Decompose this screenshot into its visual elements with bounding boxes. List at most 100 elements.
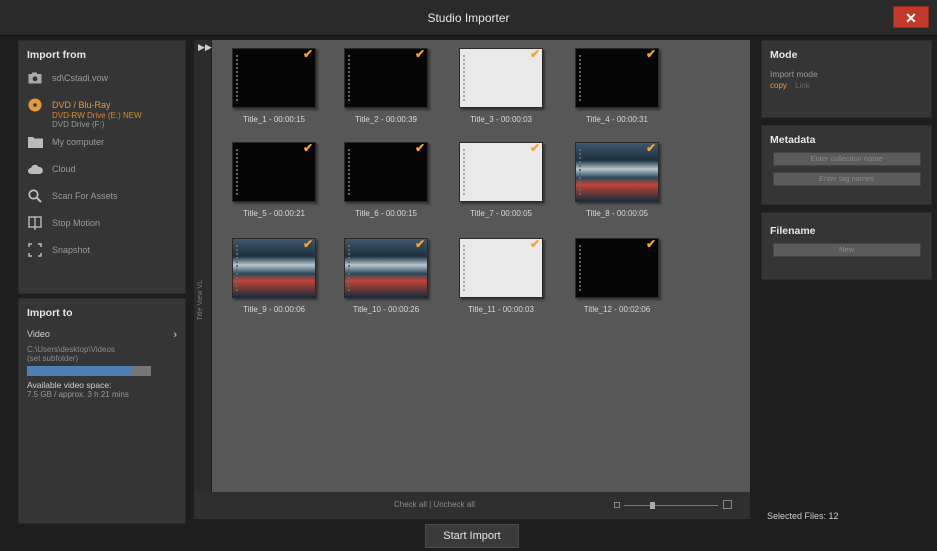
checkmark-icon[interactable]: ✔ [303,141,313,155]
thumbnail-image[interactable]: ✔ [232,141,316,202]
source-label: Stop Motion [52,218,101,228]
zoom-track[interactable] [624,505,718,506]
film-perforation [463,149,466,195]
large-thumb-icon[interactable] [723,500,732,509]
thumbnail-image[interactable]: ✔ [575,141,659,202]
thumbnail-zoom-slider[interactable] [614,500,732,511]
title-thumbnail[interactable]: ✔ Title_2 - 00:00:39 [344,47,428,124]
thumbnail-caption: Title_11 - 00:00:03 [468,305,534,314]
checkmark-icon[interactable]: ✔ [415,141,425,155]
zoom-knob[interactable] [650,502,655,509]
title-thumbnail[interactable]: ✔ Title_9 - 00:00:06 [232,237,316,314]
title-thumbnail[interactable]: ✔ Title_4 - 00:00:31 [575,47,659,124]
thumbnail-image[interactable]: ✔ [459,237,543,298]
source-label: Cloud [52,164,76,174]
title-thumbnail[interactable]: ✔ Title_6 - 00:00:15 [344,141,428,218]
mode-heading: Mode [770,49,798,61]
dvd-drives: DVD-RW Drive (E:) NEW DVD Drive (F:) [52,111,185,129]
strip-vertical-text: Title View VL [197,280,204,321]
tag-names-button[interactable]: Enter tag names [772,172,921,186]
checkmark-icon[interactable]: ✔ [530,237,540,251]
video-destination-row[interactable]: Video › [27,329,177,341]
title-thumbnail[interactable]: ✔ Title_3 - 00:00:03 [459,47,543,124]
title-bar: Studio Importer ✕ [0,0,937,36]
thumbnail-image[interactable]: ✔ [575,47,659,108]
thumbnail-image[interactable]: ✔ [232,47,316,108]
check-all-link[interactable]: Check all | Uncheck all [394,500,475,509]
small-thumb-icon[interactable] [614,502,620,508]
browser-footer: Check all | Uncheck all [194,492,750,519]
stop-motion-icon [27,216,43,230]
checkmark-icon[interactable]: ✔ [646,47,656,61]
left-column: Import from sd\Cstadi.vow DVD / Blu-Ray … [18,40,186,524]
chevron-right-icon[interactable]: › [173,329,177,341]
mode-copy-option[interactable]: copy [770,81,787,90]
mode-panel: Mode Import mode copy Link [761,40,932,118]
checkmark-icon[interactable]: ✔ [530,47,540,61]
collection-name-button[interactable]: Enter collection name [772,152,921,166]
source-label: DVD / Blu-Ray [52,100,111,110]
subfolder-link[interactable]: (set subfolder) [27,354,177,363]
thumbnail-caption: Title_1 - 00:00:15 [243,115,305,124]
source-item-cloud[interactable]: Cloud [27,162,185,189]
start-import-button[interactable]: Start Import [425,524,519,548]
title-thumbnail[interactable]: ✔ Title_1 - 00:00:15 [232,47,316,124]
import-to-heading: Import to [27,307,73,319]
mode-link-option[interactable]: Link [795,81,810,90]
checkmark-icon[interactable]: ✔ [646,237,656,251]
checkmark-icon[interactable]: ✔ [415,237,425,251]
thumbnail-image[interactable]: ✔ [575,237,659,298]
thumbnail-caption: Title_2 - 00:00:39 [355,115,417,124]
thumbnail-image[interactable]: ✔ [344,47,428,108]
source-item-snapshot[interactable]: Snapshot [27,243,185,270]
destination-path: C:\Users\desktop\Videos (set subfolder) [27,345,177,363]
filename-new-button[interactable]: New [772,243,921,257]
filename-heading: Filename [770,225,816,237]
right-column: Mode Import mode copy Link Metadata Ente… [761,40,932,280]
source-item-stop-motion[interactable]: Stop Motion [27,216,185,243]
space-usage-fill [27,366,133,376]
source-item-my-computer[interactable]: My computer [27,135,185,162]
available-space-value: 7.5 GB / approx. 3 h 21 mins [27,390,129,399]
checkmark-icon[interactable]: ✔ [303,47,313,61]
film-perforation [236,55,239,101]
title-thumbnail[interactable]: ✔ Title_10 - 00:00:26 [344,237,428,314]
thumbnail-image[interactable]: ✔ [344,237,428,298]
dvd-drive-f[interactable]: DVD Drive (F:) [52,120,185,129]
title-thumbnail[interactable]: ✔ Title_12 - 00:02:06 [575,237,659,314]
selected-files-count: Selected Files: 12 [767,511,839,521]
disc-icon [27,98,43,112]
import-to-panel: Import to Video › C:\Users\desktop\Video… [18,298,186,524]
title-thumbnail[interactable]: ✔ Title_7 - 00:00:05 [459,141,543,218]
thumbnail-image[interactable]: ✔ [344,141,428,202]
title-thumbnail[interactable]: ✔ Title_8 - 00:00:05 [575,141,659,218]
title-thumbnail[interactable]: ✔ Title_11 - 00:00:03 [459,237,543,314]
close-button[interactable]: ✕ [893,6,929,28]
import-mode-options: copy Link [770,81,923,90]
thumbnail-caption: Title_9 - 00:00:06 [243,305,305,314]
source-item-device[interactable]: sd\Cstadi.vow [27,71,185,98]
film-perforation [348,149,351,195]
checkmark-icon[interactable]: ✔ [646,141,656,155]
title-browser: ✔ Title_1 - 00:00:15 ✔ Title_2 - 00:00:39 ✔ T… [212,40,750,492]
film-perforation [579,149,582,195]
source-item-scan[interactable]: Scan For Assets [27,189,185,216]
title-thumbnail[interactable]: ✔ Title_5 - 00:00:21 [232,141,316,218]
metadata-panel: Metadata Enter collection name Enter tag… [761,125,932,205]
thumbnail-image[interactable]: ✔ [459,47,543,108]
thumbnail-image[interactable]: ✔ [232,237,316,298]
thumbnail-caption: Title_6 - 00:00:15 [355,209,417,218]
checkmark-icon[interactable]: ✔ [415,47,425,61]
source-label: Snapshot [52,245,91,255]
collapse-arrow-icon[interactable]: ▶▶ [198,42,212,53]
film-perforation [463,55,466,101]
thumbnail-caption: Title_10 - 00:00:26 [352,305,420,314]
thumbnail-image[interactable]: ✔ [459,141,543,202]
checkmark-icon[interactable]: ✔ [530,141,540,155]
camera-icon [27,71,43,85]
checkmark-icon[interactable]: ✔ [303,237,313,251]
dvd-drive-e[interactable]: DVD-RW Drive (E:) NEW [52,111,185,120]
thumbnail-caption: Title_8 - 00:00:05 [586,209,648,218]
space-usage-bar [27,366,151,376]
folder-icon [27,135,43,149]
